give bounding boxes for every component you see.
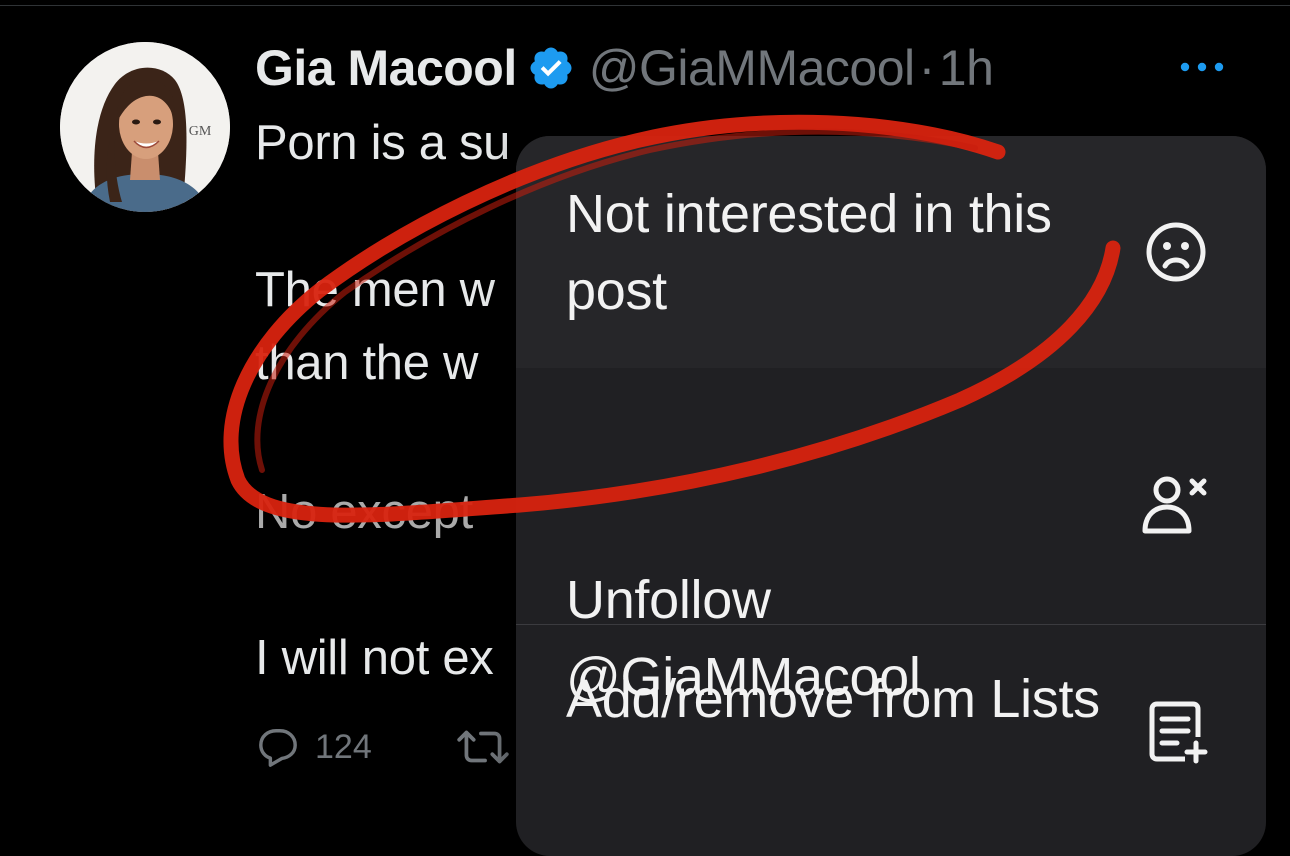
post-text-line: The men w — [255, 263, 495, 317]
author-handle[interactable]: @GiaMMacool — [589, 39, 915, 97]
menu-item-label: Not interested in this post — [566, 184, 1052, 321]
post-time[interactable]: 1h — [939, 39, 994, 97]
avatar[interactable]: GM — [60, 42, 230, 212]
post-context-menu: Not interested in this post Unfollow @Gi… — [516, 136, 1266, 856]
menu-item-add-remove-lists[interactable]: Add/remove from Lists — [516, 624, 1266, 856]
repost-button[interactable] — [454, 726, 512, 768]
separator-dot: · — [918, 40, 936, 96]
menu-item-label: Add/remove from Lists — [566, 669, 1100, 729]
list-add-icon — [1143, 697, 1213, 767]
post-text-line: No except — [255, 485, 473, 539]
avatar-monogram: GM — [189, 124, 212, 139]
post-text-line: than the w — [255, 336, 479, 390]
more-options-button[interactable] — [1176, 52, 1228, 82]
repost-icon — [457, 730, 509, 764]
verified-badge-icon — [527, 44, 575, 92]
top-divider — [0, 5, 1290, 6]
menu-item-unfollow[interactable]: Unfollow @GiaMMacool — [516, 368, 1266, 707]
post-text-line: I will not ex — [255, 631, 494, 685]
post-header: Gia Macool @GiaMMacool · 1h — [255, 36, 994, 100]
frown-face-icon — [1141, 217, 1211, 287]
avatar-image: GM — [60, 42, 230, 212]
more-dots-icon — [1180, 62, 1224, 72]
reply-icon — [259, 729, 297, 767]
reply-button[interactable]: 124 — [255, 726, 372, 768]
author-name[interactable]: Gia Macool — [255, 39, 517, 97]
reply-count: 124 — [315, 727, 372, 766]
menu-item-not-interested[interactable]: Not interested in this post — [516, 136, 1266, 368]
unfollow-user-icon — [1141, 471, 1211, 541]
post-text-line: Porn is a su — [255, 116, 511, 170]
